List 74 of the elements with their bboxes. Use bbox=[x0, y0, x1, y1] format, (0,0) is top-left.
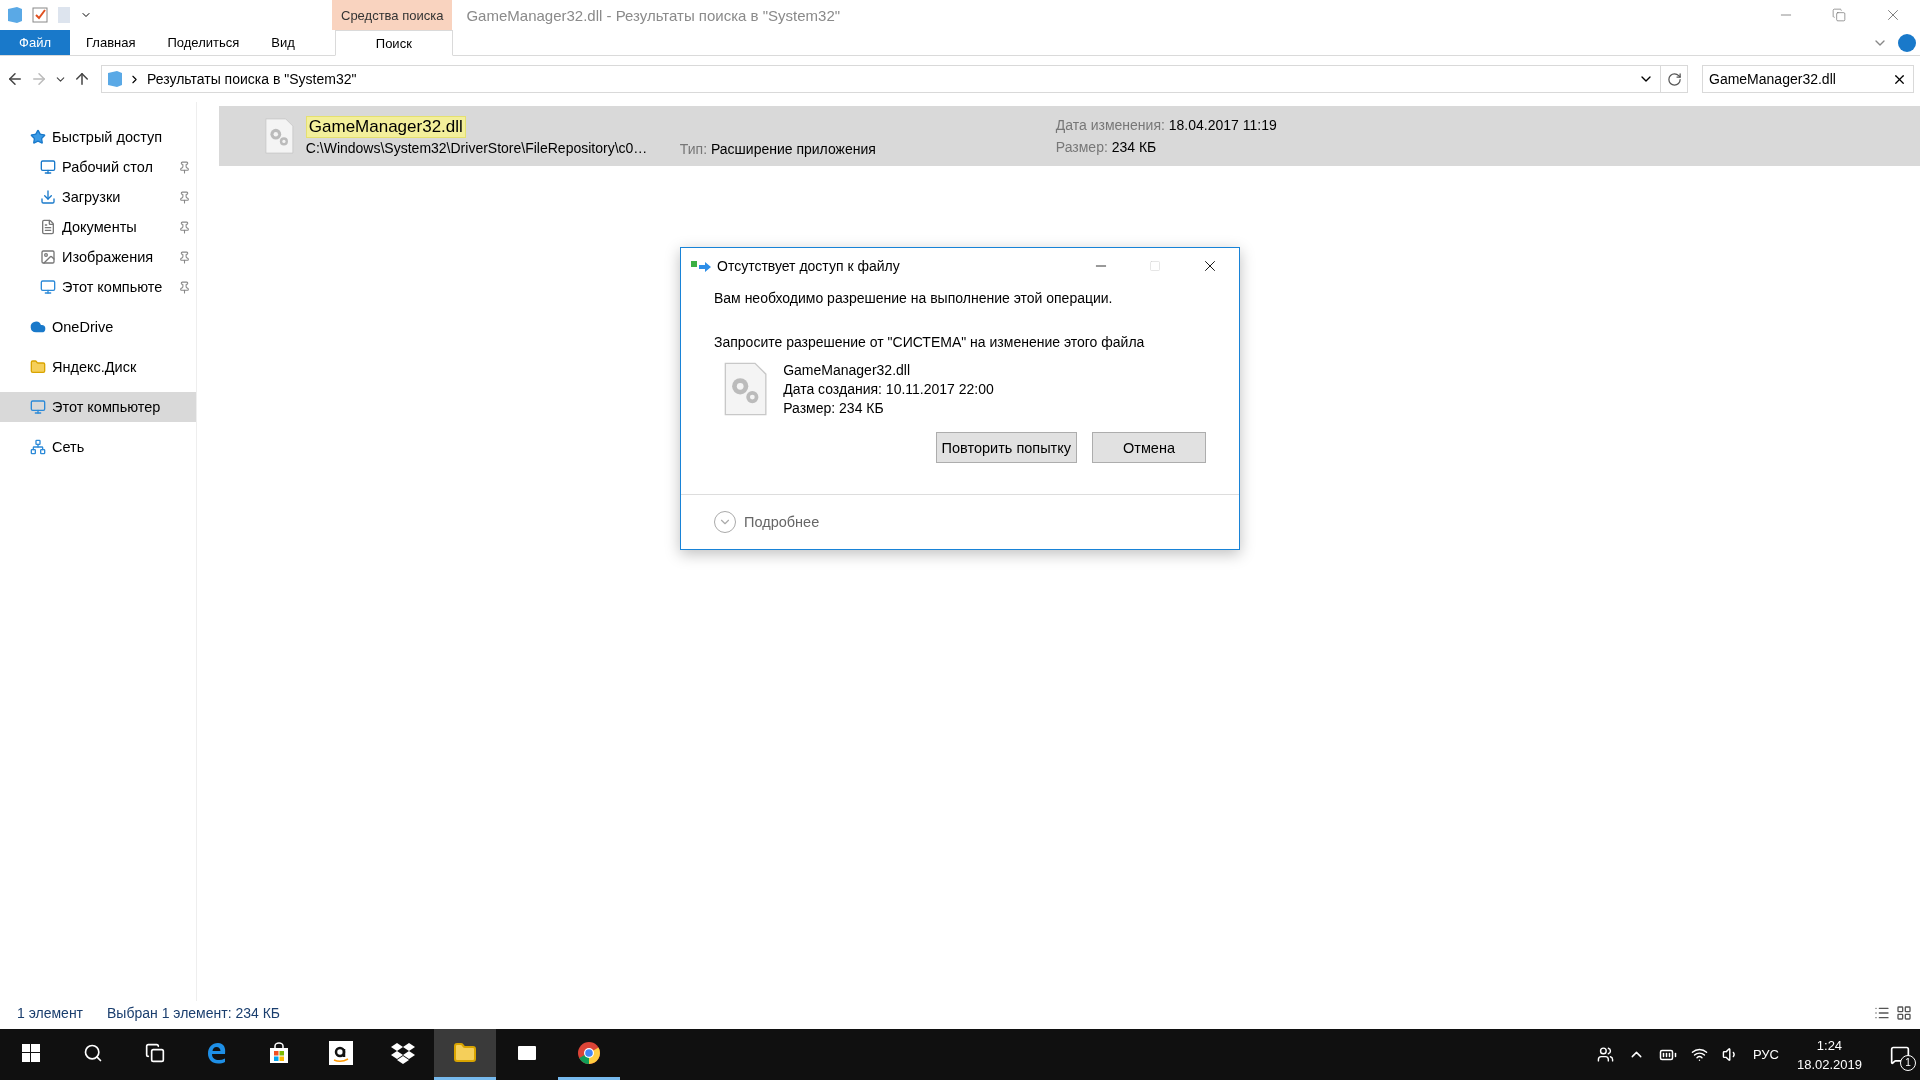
sidebar-item[interactable]: Сеть bbox=[0, 432, 196, 462]
wifi-icon[interactable] bbox=[1690, 1046, 1708, 1063]
selection-info: Выбран 1 элемент: 234 КБ bbox=[107, 1005, 281, 1021]
dialog-button[interactable]: Повторить попытку bbox=[935, 432, 1077, 463]
gear-file-icon bbox=[265, 118, 294, 154]
sidebar-item[interactable]: Рабочий стол bbox=[0, 152, 196, 182]
refresh-icon bbox=[1666, 71, 1682, 87]
sidebar-item[interactable]: Этот компьютер bbox=[0, 392, 196, 422]
chrome-logo-icon bbox=[577, 1041, 601, 1065]
maximize-icon bbox=[1149, 260, 1161, 272]
network-icon bbox=[30, 439, 46, 455]
window-title: GameManager32.dll - Результаты поиска в "System32" bbox=[465, 5, 842, 26]
ribbon-tab[interactable]: Вид bbox=[255, 30, 311, 55]
people-icon[interactable] bbox=[1596, 1046, 1614, 1063]
file-size: Размер: 234 КБ bbox=[783, 400, 885, 416]
file-path: C:\Windows\System32\DriverStore\FileRepository\c0… bbox=[305, 140, 649, 156]
cloud-icon bbox=[30, 319, 46, 335]
dialog-title: Отсутствует доступ к файлу bbox=[717, 258, 901, 274]
ribbon-tab[interactable]: Главная bbox=[70, 30, 152, 55]
clock-time[interactable]: 1:24 bbox=[1816, 1037, 1843, 1053]
search-icon bbox=[83, 1043, 103, 1063]
sidebar-item[interactable]: Этот компьюте bbox=[0, 272, 196, 302]
up-icon[interactable] bbox=[73, 70, 91, 88]
computer-icon bbox=[30, 399, 46, 415]
details-view-icon[interactable] bbox=[1874, 1005, 1890, 1021]
notification-count: 1 bbox=[1900, 1054, 1916, 1071]
file-type: Тип: Расширение приложения bbox=[679, 141, 876, 157]
refresh-button[interactable] bbox=[1661, 65, 1688, 93]
sidebar-item[interactable]: Яндекс.Диск bbox=[0, 352, 196, 382]
windows-logo-icon bbox=[22, 1044, 40, 1062]
sidebar-item[interactable]: OneDrive bbox=[0, 312, 196, 342]
sidebar-item[interactable]: Изображения bbox=[0, 242, 196, 272]
contextual-tab-header: Средства поиска bbox=[332, 0, 453, 30]
properties-check-icon[interactable] bbox=[32, 7, 48, 23]
computer-icon bbox=[40, 279, 56, 295]
modified-date: Дата изменения: 18.04.2017 11:19 bbox=[1055, 117, 1277, 133]
dialog-message: Вам необходимо разрешение на выполнение этой операции. bbox=[714, 290, 1114, 306]
sidebar-item[interactable]: Документы bbox=[0, 212, 196, 242]
sidebar-item[interactable]: Быстрый доступ bbox=[0, 122, 196, 152]
details-toggle[interactable]: Подробнее bbox=[714, 511, 820, 533]
explorer-window-icon bbox=[8, 7, 22, 23]
folder-icon bbox=[30, 359, 46, 375]
amazon-logo-icon bbox=[329, 1041, 353, 1065]
back-icon[interactable] bbox=[6, 70, 24, 88]
shopping-bag-icon bbox=[268, 1042, 290, 1064]
language-indicator[interactable]: РУС bbox=[1752, 1047, 1779, 1062]
search-field[interactable]: GameManager32.dll bbox=[1702, 65, 1914, 93]
ribbon-tab[interactable]: Поиск bbox=[334, 30, 453, 56]
star-icon bbox=[30, 129, 46, 145]
sidebar-item[interactable]: Загрузки bbox=[0, 182, 196, 212]
item-count: 1 элемент bbox=[17, 1005, 84, 1021]
permission-request-text: Запросите разрешение от "СИСТЕМА" на изменение этого файла bbox=[714, 334, 1146, 350]
download-folder-icon bbox=[40, 189, 56, 205]
clock-date[interactable]: 18.02.2019 bbox=[1796, 1056, 1862, 1072]
ribbon-tab[interactable]: Поделиться bbox=[151, 30, 256, 55]
file-name: GameManager32.dll bbox=[305, 116, 466, 138]
dropbox-logo-icon bbox=[391, 1042, 415, 1064]
dialog-button[interactable]: Отмена bbox=[1092, 432, 1206, 463]
address-field[interactable]: Результаты поиска в "System32" bbox=[101, 65, 1661, 93]
large-icons-view-icon[interactable] bbox=[1896, 1005, 1912, 1021]
documents-folder-icon bbox=[40, 219, 56, 235]
file-size: Размер: 234 КБ bbox=[1055, 139, 1158, 155]
created-date: Дата создания: 10.11.2017 22:00 bbox=[783, 381, 994, 397]
folder-icon bbox=[453, 1041, 477, 1065]
search-results-icon bbox=[108, 71, 122, 87]
desktop-folder-icon bbox=[40, 159, 56, 175]
ribbon-tab[interactable]: Файл bbox=[0, 30, 70, 55]
taskbar-button[interactable] bbox=[434, 1029, 496, 1080]
file-name: GameManager32.dll bbox=[783, 362, 912, 378]
result-row[interactable]: GameManager32.dll C:\Windows\System32\DriverStore\FileRepository\c0… Тип: Расширение приложения Дата изменения: 18.04.2017 11:19 Размер: 234 КБ bbox=[219, 106, 1920, 166]
pictures-folder-icon bbox=[40, 249, 56, 265]
task-view-icon bbox=[145, 1043, 165, 1063]
file-access-icon bbox=[691, 260, 711, 272]
gear-file-icon bbox=[724, 362, 768, 416]
